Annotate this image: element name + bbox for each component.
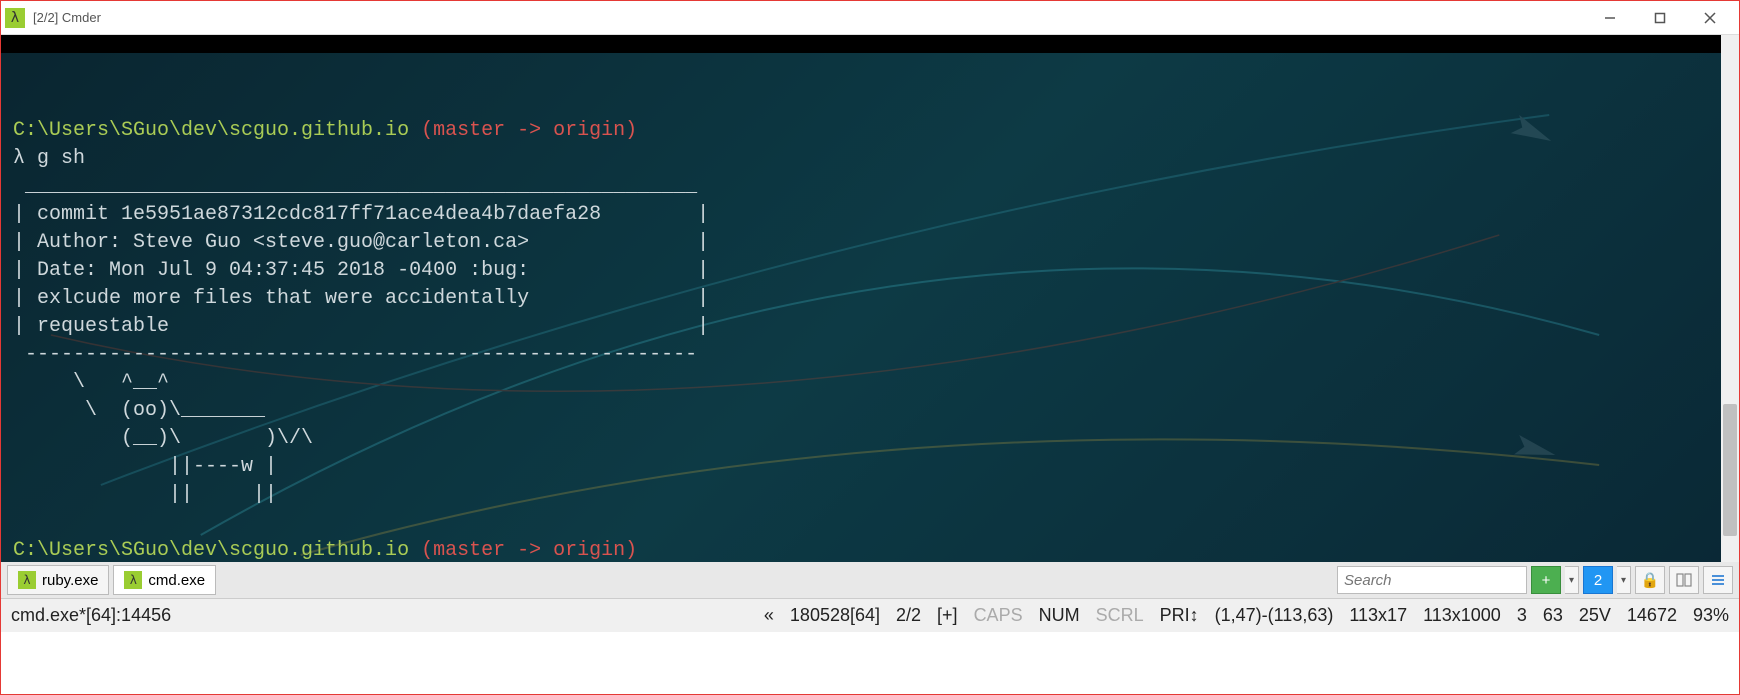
prompt-path: C:\Users\SGuo\dev\scguo.github.io: [13, 539, 409, 562]
layout-icon: [1676, 572, 1692, 588]
status-num: NUM: [1039, 605, 1080, 626]
tabbar: λ ruby.exe λ cmd.exe + ▾ 2 ▾ 🔒: [1, 562, 1739, 598]
output-line: ----------------------------------------…: [13, 343, 697, 366]
lock-button[interactable]: 🔒: [1635, 566, 1665, 594]
search-input[interactable]: [1344, 572, 1545, 589]
cow-line: \ (oo)\_______: [13, 399, 265, 422]
status-scrl: SCRL: [1096, 605, 1144, 626]
status-pct: 93%: [1693, 605, 1729, 626]
status-tab-index: 2/2: [896, 605, 921, 626]
maximize-icon: [1654, 12, 1666, 24]
layout-button[interactable]: [1669, 566, 1699, 594]
hamburger-icon: [1710, 572, 1726, 588]
window-title: [2/2] Cmder: [33, 10, 101, 25]
status-plus: [+]: [937, 605, 958, 626]
output-line: | Author: Steve Guo <steve.guo@carleton.…: [13, 231, 709, 254]
terminal[interactable]: C:\Users\SGuo\dev\scguo.github.io (maste…: [1, 35, 1739, 562]
status-process: cmd.exe*[64]:14456: [11, 605, 171, 626]
search-box[interactable]: [1337, 566, 1527, 594]
terminal-content: C:\Users\SGuo\dev\scguo.github.io (maste…: [1, 35, 1739, 562]
app-icon: λ: [5, 8, 25, 28]
close-button[interactable]: [1685, 3, 1735, 33]
lock-icon: 🔒: [1641, 571, 1660, 589]
output-line: ________________________________________…: [13, 175, 697, 198]
status-n2: 63: [1543, 605, 1563, 626]
console-count-dropdown[interactable]: ▾: [1617, 566, 1631, 594]
tab-label: cmd.exe: [148, 572, 205, 589]
cow-line: \ ^__^: [13, 371, 169, 394]
console-count-button[interactable]: 2: [1583, 566, 1613, 594]
prompt-path: C:\Users\SGuo\dev\scguo.github.io: [13, 119, 409, 142]
new-tab-button[interactable]: +: [1531, 566, 1561, 594]
cow-line: || ||: [13, 483, 277, 506]
lambda-icon: λ: [18, 571, 36, 589]
status-date: 180528[64]: [790, 605, 880, 626]
prompt-branch: (master -> origin): [409, 539, 637, 562]
status-size1: 113x17: [1349, 605, 1407, 626]
status-n1: 3: [1517, 605, 1527, 626]
new-tab-dropdown[interactable]: ▾: [1565, 566, 1579, 594]
lambda-icon: λ: [124, 571, 142, 589]
prompt-char: λ: [13, 147, 25, 170]
output-line: | exlcude more files that were accidenta…: [13, 287, 709, 310]
output-line: | commit 1e5951ae87312cdc817ff71ace4dea4…: [13, 203, 709, 226]
scrollbar-thumb[interactable]: [1723, 404, 1737, 536]
close-icon: [1704, 12, 1716, 24]
titlebar: λ [2/2] Cmder: [1, 1, 1739, 35]
status-pri: PRI↕: [1160, 605, 1199, 626]
output-line: | requestable |: [13, 315, 709, 338]
status-size2: 113x1000: [1423, 605, 1501, 626]
status-chevrons: «: [764, 605, 774, 626]
status-n4: 14672: [1627, 605, 1677, 626]
maximize-button[interactable]: [1635, 3, 1685, 33]
cow-line: (__)\ )\/\: [13, 427, 313, 450]
typed-command: g sh: [25, 147, 85, 170]
minimize-button[interactable]: [1585, 3, 1635, 33]
menu-button[interactable]: [1703, 566, 1733, 594]
tab-ruby[interactable]: λ ruby.exe: [7, 565, 109, 595]
status-selection: (1,47)-(113,63): [1215, 605, 1334, 626]
statusbar: cmd.exe*[64]:14456 « 180528[64] 2/2 [+] …: [1, 598, 1739, 632]
cow-line: ||----w |: [13, 455, 277, 478]
output-line: | Date: Mon Jul 9 04:37:45 2018 -0400 :b…: [13, 259, 709, 282]
minimize-icon: [1604, 12, 1616, 24]
vertical-scrollbar[interactable]: [1721, 35, 1739, 562]
tab-cmd[interactable]: λ cmd.exe: [113, 565, 216, 595]
status-caps: CAPS: [974, 605, 1023, 626]
status-n3: 25V: [1579, 605, 1611, 626]
prompt-branch: (master -> origin): [409, 119, 637, 142]
tab-label: ruby.exe: [42, 572, 98, 589]
